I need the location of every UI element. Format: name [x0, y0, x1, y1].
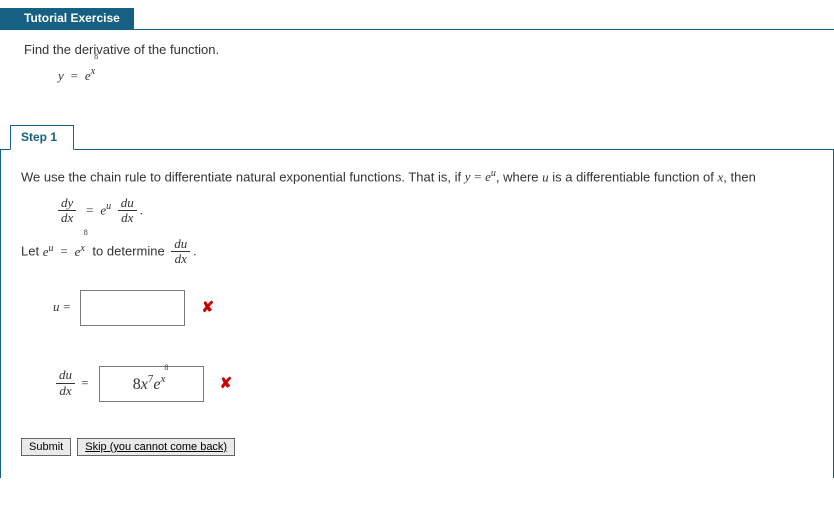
- chain-rule-formula: dy dx = eu du dx .: [55, 196, 813, 227]
- exercise-prompt: Find the derivative of the function.: [24, 42, 812, 57]
- tutorial-header: Tutorial Exercise: [0, 8, 834, 30]
- wrong-icon: ✘: [201, 294, 214, 323]
- u-field-row: u = ✘: [53, 282, 813, 334]
- button-row: Submit Skip (you cannot come back): [21, 438, 813, 456]
- submit-button[interactable]: Submit: [21, 438, 71, 456]
- tutorial-header-title: Tutorial Exercise: [10, 8, 134, 29]
- skip-button[interactable]: Skip (you cannot come back): [77, 438, 235, 456]
- step-bar: Step 1: [0, 124, 834, 150]
- dudx-input[interactable]: 8x7ex8: [99, 366, 204, 402]
- let-line: Let eu = ex8 to determine du dx .: [21, 236, 813, 268]
- step-content: We use the chain rule to differentiate n…: [0, 150, 834, 478]
- exercise-block: Find the derivative of the function. y =…: [0, 30, 834, 106]
- step-label: Step 1: [10, 125, 74, 150]
- dudx-field-row: du dx = 8x7ex8 ✘: [53, 358, 813, 410]
- u-input[interactable]: [80, 290, 185, 326]
- step-explanation: We use the chain rule to differentiate n…: [21, 164, 813, 190]
- exercise-equation: y = ex8: [58, 63, 812, 84]
- wrong-icon: ✘: [220, 370, 233, 399]
